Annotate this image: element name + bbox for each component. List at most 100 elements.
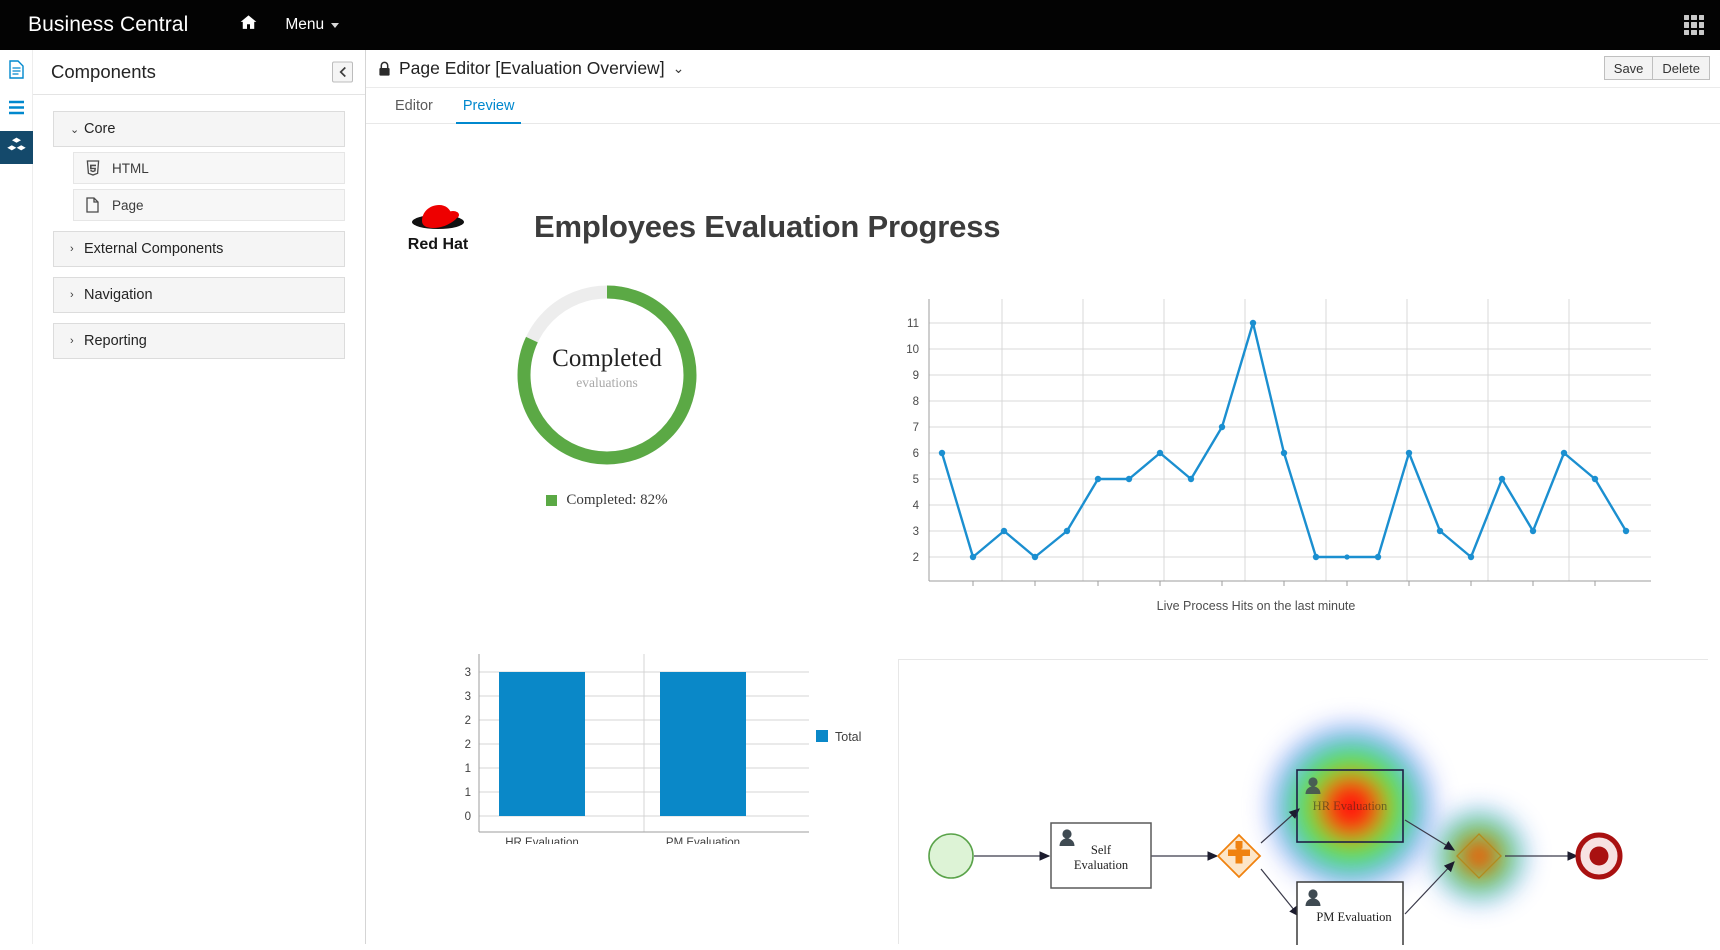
svg-text:8: 8	[913, 396, 919, 408]
completion-donut-widget: Completed evaluations Completed: 82%	[441, 279, 911, 609]
svg-text:3: 3	[465, 667, 471, 679]
accordion-header-external-components[interactable]: › External Components	[53, 231, 345, 267]
svg-text:5: 5	[913, 474, 919, 486]
line-series-markers	[939, 320, 1629, 560]
legend-swatch	[546, 495, 557, 506]
red-hat-logo: Red Hat	[386, 196, 491, 258]
app-launcher-grid-icon[interactable]	[1684, 15, 1704, 35]
delete-button[interactable]: Delete	[1652, 56, 1710, 80]
parallel-gateway-split	[1218, 835, 1260, 877]
components-panel-title: Components	[51, 61, 156, 83]
bar-hr-evaluation	[499, 672, 585, 816]
page-editor-area: Page Editor [Evaluation Overview] ⌄ Save…	[366, 50, 1720, 944]
svg-text:2: 2	[913, 552, 919, 564]
task-self-evaluation: Self Evaluation	[1051, 823, 1151, 888]
accordion-header-core[interactable]: ⌄ Core	[53, 111, 345, 147]
line-series-hits	[942, 323, 1626, 557]
x-tick-hr: HR Evaluation	[505, 837, 579, 844]
accordion-body-core: HTML Page	[53, 147, 345, 221]
components-panel: Components ⌄ Core HTML	[33, 50, 366, 944]
component-item-page[interactable]: Page	[73, 189, 345, 221]
editor-tabs: Editor Preview	[366, 88, 1720, 124]
bar-pm-evaluation	[660, 672, 746, 816]
component-item-html[interactable]: HTML	[73, 152, 345, 184]
list-icon	[8, 100, 25, 120]
lock-icon	[378, 61, 391, 77]
x-axis-ticks	[973, 581, 1595, 586]
end-event	[1578, 835, 1620, 877]
page-title-text: Page Editor [Evaluation Overview]	[399, 58, 665, 79]
tab-editor[interactable]: Editor	[380, 88, 448, 124]
legend-swatch	[816, 730, 828, 742]
start-event	[929, 834, 973, 878]
line-chart-svg: 11 10 9 8 7 6 5 4 3 2	[861, 299, 1651, 599]
accordion-label: Core	[84, 121, 115, 137]
page-title: Page Editor [Evaluation Overview] ⌄	[378, 58, 684, 79]
accordion-header-navigation[interactable]: › Navigation	[53, 277, 345, 313]
chevron-down-icon	[331, 23, 339, 28]
brand-title: Business Central	[28, 13, 188, 37]
masthead: Business Central Menu	[0, 0, 1720, 50]
svg-text:1: 1	[465, 763, 471, 775]
accordion-group-reporting: › Reporting	[53, 323, 345, 359]
chevron-down-icon[interactable]: ⌄	[673, 60, 685, 77]
components-accordion: ⌄ Core HTML	[33, 95, 365, 359]
evaluations-total-bar-chart[interactable]: 3 3 2 2 1 1 0 HR Evaluation PM Evaluatio…	[441, 654, 861, 844]
accordion-label: Reporting	[84, 333, 147, 349]
svg-text:2: 2	[465, 715, 471, 727]
chevron-down-icon: ⌄	[70, 123, 84, 136]
legend-label: Completed: 82%	[566, 492, 667, 509]
sidebar-item-components[interactable]	[0, 131, 33, 164]
home-button[interactable]	[226, 0, 271, 50]
svg-text:6: 6	[913, 448, 919, 460]
evaluation-process-bpmn[interactable]: Self Evaluation HR Evaluation	[898, 659, 1708, 944]
sidebar-item-list[interactable]	[0, 93, 33, 126]
svg-text:11: 11	[907, 318, 919, 330]
menu-button-label: Menu	[285, 16, 324, 34]
chevron-right-icon: ›	[70, 289, 84, 301]
svg-text:HR Evaluation: HR Evaluation	[1313, 799, 1388, 813]
svg-text:Red Hat: Red Hat	[408, 236, 469, 253]
donut-center-sublabel: evaluations	[511, 375, 703, 391]
home-icon	[240, 14, 257, 36]
tab-preview[interactable]: Preview	[448, 88, 530, 124]
donut-chart[interactable]: Completed evaluations	[511, 279, 703, 471]
horizontal-gridlines	[929, 323, 1651, 557]
accordion-header-reporting[interactable]: › Reporting	[53, 323, 345, 359]
x-tick-pm: PM Evaluation	[666, 837, 740, 844]
file-icon	[86, 197, 112, 213]
legend-label: Total	[835, 730, 861, 744]
svg-text:3: 3	[913, 526, 919, 538]
chevron-right-icon: ›	[70, 243, 84, 255]
dashboard-title: Employees Evaluation Progress	[534, 209, 1000, 245]
component-item-label: Page	[112, 198, 144, 213]
heatmap-overlay	[1265, 721, 1527, 904]
chevron-left-icon[interactable]	[332, 62, 353, 83]
svg-text:Evaluation: Evaluation	[1074, 858, 1129, 872]
vertical-gridlines	[1002, 299, 1569, 581]
component-item-label: HTML	[112, 161, 149, 176]
donut-center-label: Completed	[511, 345, 703, 373]
task-pm-evaluation: PM Evaluation	[1297, 882, 1403, 945]
document-icon	[8, 60, 25, 84]
editor-action-buttons: Save Delete	[1604, 56, 1710, 80]
save-button[interactable]: Save	[1604, 56, 1654, 80]
menu-button[interactable]: Menu	[271, 0, 353, 50]
svg-text:3: 3	[465, 691, 471, 703]
svg-text:2: 2	[465, 739, 471, 751]
line-chart-xlabel: Live Process Hits on the last minute	[861, 599, 1651, 613]
dashboard-canvas: Red Hat Employees Evaluation Progress Co…	[366, 124, 1720, 944]
sidebar-item-pages[interactable]	[0, 55, 33, 88]
live-process-hits-chart[interactable]: 11 10 9 8 7 6 5 4 3 2	[861, 299, 1651, 629]
html5-icon	[86, 160, 112, 176]
accordion-label: Navigation	[84, 287, 153, 303]
page-editor-header: Page Editor [Evaluation Overview] ⌄ Save…	[366, 50, 1720, 88]
svg-text:PM Evaluation: PM Evaluation	[1316, 910, 1392, 924]
accordion-group-external-components: › External Components	[53, 231, 345, 267]
bpmn-svg: Self Evaluation HR Evaluation	[899, 660, 1709, 945]
y-axis-tick-labels: 3 3 2 2 1 1 0	[465, 667, 471, 823]
components-cubes-icon	[7, 137, 26, 159]
donut-legend[interactable]: Completed: 82%	[441, 492, 773, 509]
axis-lines	[929, 299, 1651, 581]
left-icon-rail	[0, 50, 33, 944]
